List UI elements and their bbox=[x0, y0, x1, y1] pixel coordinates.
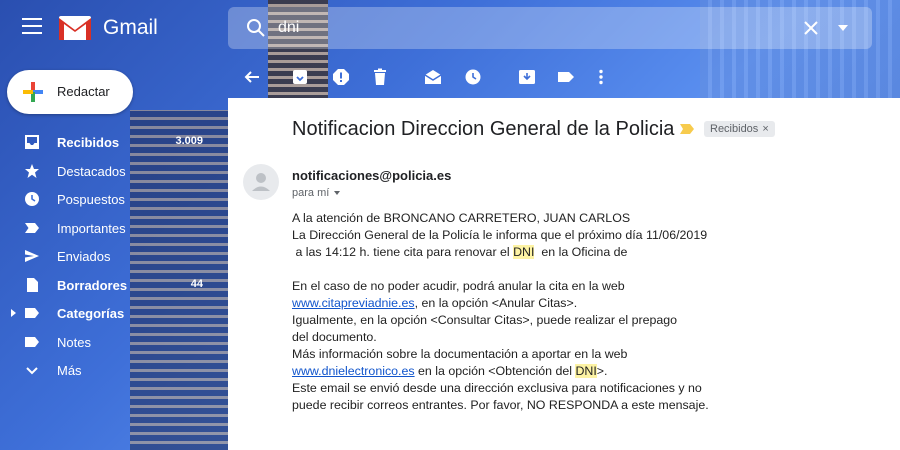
label-icon[interactable] bbox=[557, 68, 575, 86]
body-line: del documento. bbox=[292, 330, 377, 344]
important-icon bbox=[25, 222, 39, 233]
body-line: La Dirección General de la Policía le in… bbox=[292, 228, 708, 242]
search-highlight: DNI bbox=[575, 364, 597, 378]
sidebar-item-starred[interactable]: Destacados bbox=[0, 157, 220, 186]
label-icon bbox=[25, 336, 39, 347]
report-spam-icon[interactable] bbox=[332, 68, 350, 86]
delete-icon[interactable] bbox=[371, 68, 389, 86]
gmail-logo-icon[interactable] bbox=[58, 15, 92, 41]
body-line: A la atención de BRONCANO CARRETERO, JUA… bbox=[292, 211, 631, 225]
body-text: >. bbox=[596, 364, 608, 378]
body-text: a las 14:12 h. tiene cita para renovar e… bbox=[292, 245, 514, 259]
message-view: Notificacion Direccion General de la Pol… bbox=[228, 98, 900, 450]
inbox-icon bbox=[25, 135, 39, 149]
sidebar-item-label: Más bbox=[57, 363, 82, 378]
sidebar-item-notes[interactable]: Notes bbox=[0, 328, 220, 357]
label-chip-text: Recibidos bbox=[710, 123, 759, 135]
search-icon[interactable] bbox=[246, 18, 266, 38]
sidebar-item-inbox[interactable]: Recibidos 3.009 bbox=[0, 128, 220, 157]
sidebar-item-label: Destacados bbox=[57, 163, 126, 179]
sidebar: Recibidos 3.009 Destacados Pospuestos Im… bbox=[0, 128, 220, 385]
app-name: Gmail bbox=[103, 16, 158, 39]
label-icon bbox=[25, 308, 39, 318]
back-arrow-icon[interactable] bbox=[243, 68, 261, 86]
sidebar-item-drafts[interactable]: Borradores 44 bbox=[0, 271, 220, 300]
clock-icon bbox=[25, 192, 39, 206]
drafts-count: 44 bbox=[190, 277, 203, 290]
sidebar-item-label: Notes bbox=[57, 334, 91, 350]
clear-search-icon[interactable] bbox=[802, 19, 820, 37]
sidebar-item-label: Pospuestos bbox=[57, 192, 125, 207]
body-line: Este email se envió desde una dirección … bbox=[292, 381, 702, 395]
sidebar-item-label: Borradores bbox=[57, 277, 128, 293]
search-bar[interactable] bbox=[228, 7, 872, 49]
sidebar-item-more[interactable]: Más bbox=[0, 356, 220, 385]
recipient-details[interactable]: para mí bbox=[292, 187, 341, 199]
label-chip: Recibidos × bbox=[704, 121, 775, 137]
compose-button[interactable]: Redactar bbox=[7, 70, 133, 114]
message-toolbar bbox=[228, 56, 900, 98]
sidebar-item-sent[interactable]: Enviados bbox=[0, 242, 220, 271]
link-dnielectronico[interactable]: www.dnielectronico.es bbox=[292, 364, 415, 378]
more-vert-icon[interactable] bbox=[592, 68, 610, 86]
sidebar-item-label: Importantes bbox=[57, 220, 126, 236]
email-subject: Notificacion Direccion General de la Pol… bbox=[292, 118, 675, 140]
sidebar-item-snoozed[interactable]: Pospuestos bbox=[0, 185, 220, 214]
plus-icon bbox=[23, 82, 43, 102]
importance-marker-icon[interactable] bbox=[680, 124, 694, 134]
compose-label: Redactar bbox=[57, 84, 110, 99]
move-to-icon[interactable] bbox=[518, 68, 536, 86]
mark-unread-icon[interactable] bbox=[424, 68, 442, 86]
sidebar-item-categories[interactable]: Categorías bbox=[0, 299, 220, 328]
body-line: a las 14:12 h. tiene cita para renovar e… bbox=[292, 244, 892, 261]
unread-count: 3.009 bbox=[175, 135, 203, 147]
body-line: puede recibir correos entrantes. Por fav… bbox=[292, 398, 709, 412]
email-body: A la atención de BRONCANO CARRETERO, JUA… bbox=[292, 210, 892, 414]
archive-icon[interactable] bbox=[291, 68, 309, 86]
body-line: Igualmente, en la opción <Consultar Cita… bbox=[292, 313, 678, 327]
sidebar-item-important[interactable]: Importantes bbox=[0, 214, 220, 243]
search-input[interactable] bbox=[278, 17, 758, 39]
body-line: En el caso de no poder acudir, podrá anu… bbox=[292, 279, 625, 293]
sidebar-item-label: Enviados bbox=[57, 249, 111, 264]
body-text: en la opción <Obtención del bbox=[414, 364, 576, 378]
body-text: , en la opción <Anular Citas>. bbox=[414, 296, 578, 310]
recipient-label: para mí bbox=[292, 187, 330, 199]
body-line: www.citapreviadnie.es, en la opción <Anu… bbox=[292, 295, 892, 312]
chevron-down-icon bbox=[334, 191, 341, 196]
link-citapreviadnie[interactable]: www.citapreviadnie.es bbox=[292, 296, 415, 310]
draft-icon bbox=[27, 277, 38, 292]
star-icon bbox=[25, 163, 39, 178]
sender-email[interactable]: notificaciones@policia.es bbox=[292, 168, 451, 183]
body-line: www.dnielectronico.es en la opción <Obte… bbox=[292, 363, 892, 380]
sidebar-item-label: Recibidos bbox=[57, 135, 120, 150]
person-icon bbox=[252, 173, 270, 191]
top-bar: Gmail bbox=[0, 0, 900, 56]
snooze-icon[interactable] bbox=[464, 68, 482, 86]
search-options-icon[interactable] bbox=[838, 25, 848, 31]
send-icon bbox=[25, 250, 39, 262]
avatar[interactable] bbox=[243, 164, 279, 200]
main-menu-icon[interactable] bbox=[22, 18, 42, 34]
body-text: en la Oficina de bbox=[534, 245, 628, 259]
body-line: Más información sobre la documentación a… bbox=[292, 347, 628, 361]
expand-arrow-icon[interactable] bbox=[11, 309, 16, 317]
remove-label-icon[interactable]: × bbox=[762, 123, 768, 135]
search-highlight: DNI bbox=[513, 245, 535, 259]
sidebar-item-label: Categorías bbox=[57, 306, 125, 321]
chevron-down-icon bbox=[26, 367, 38, 375]
